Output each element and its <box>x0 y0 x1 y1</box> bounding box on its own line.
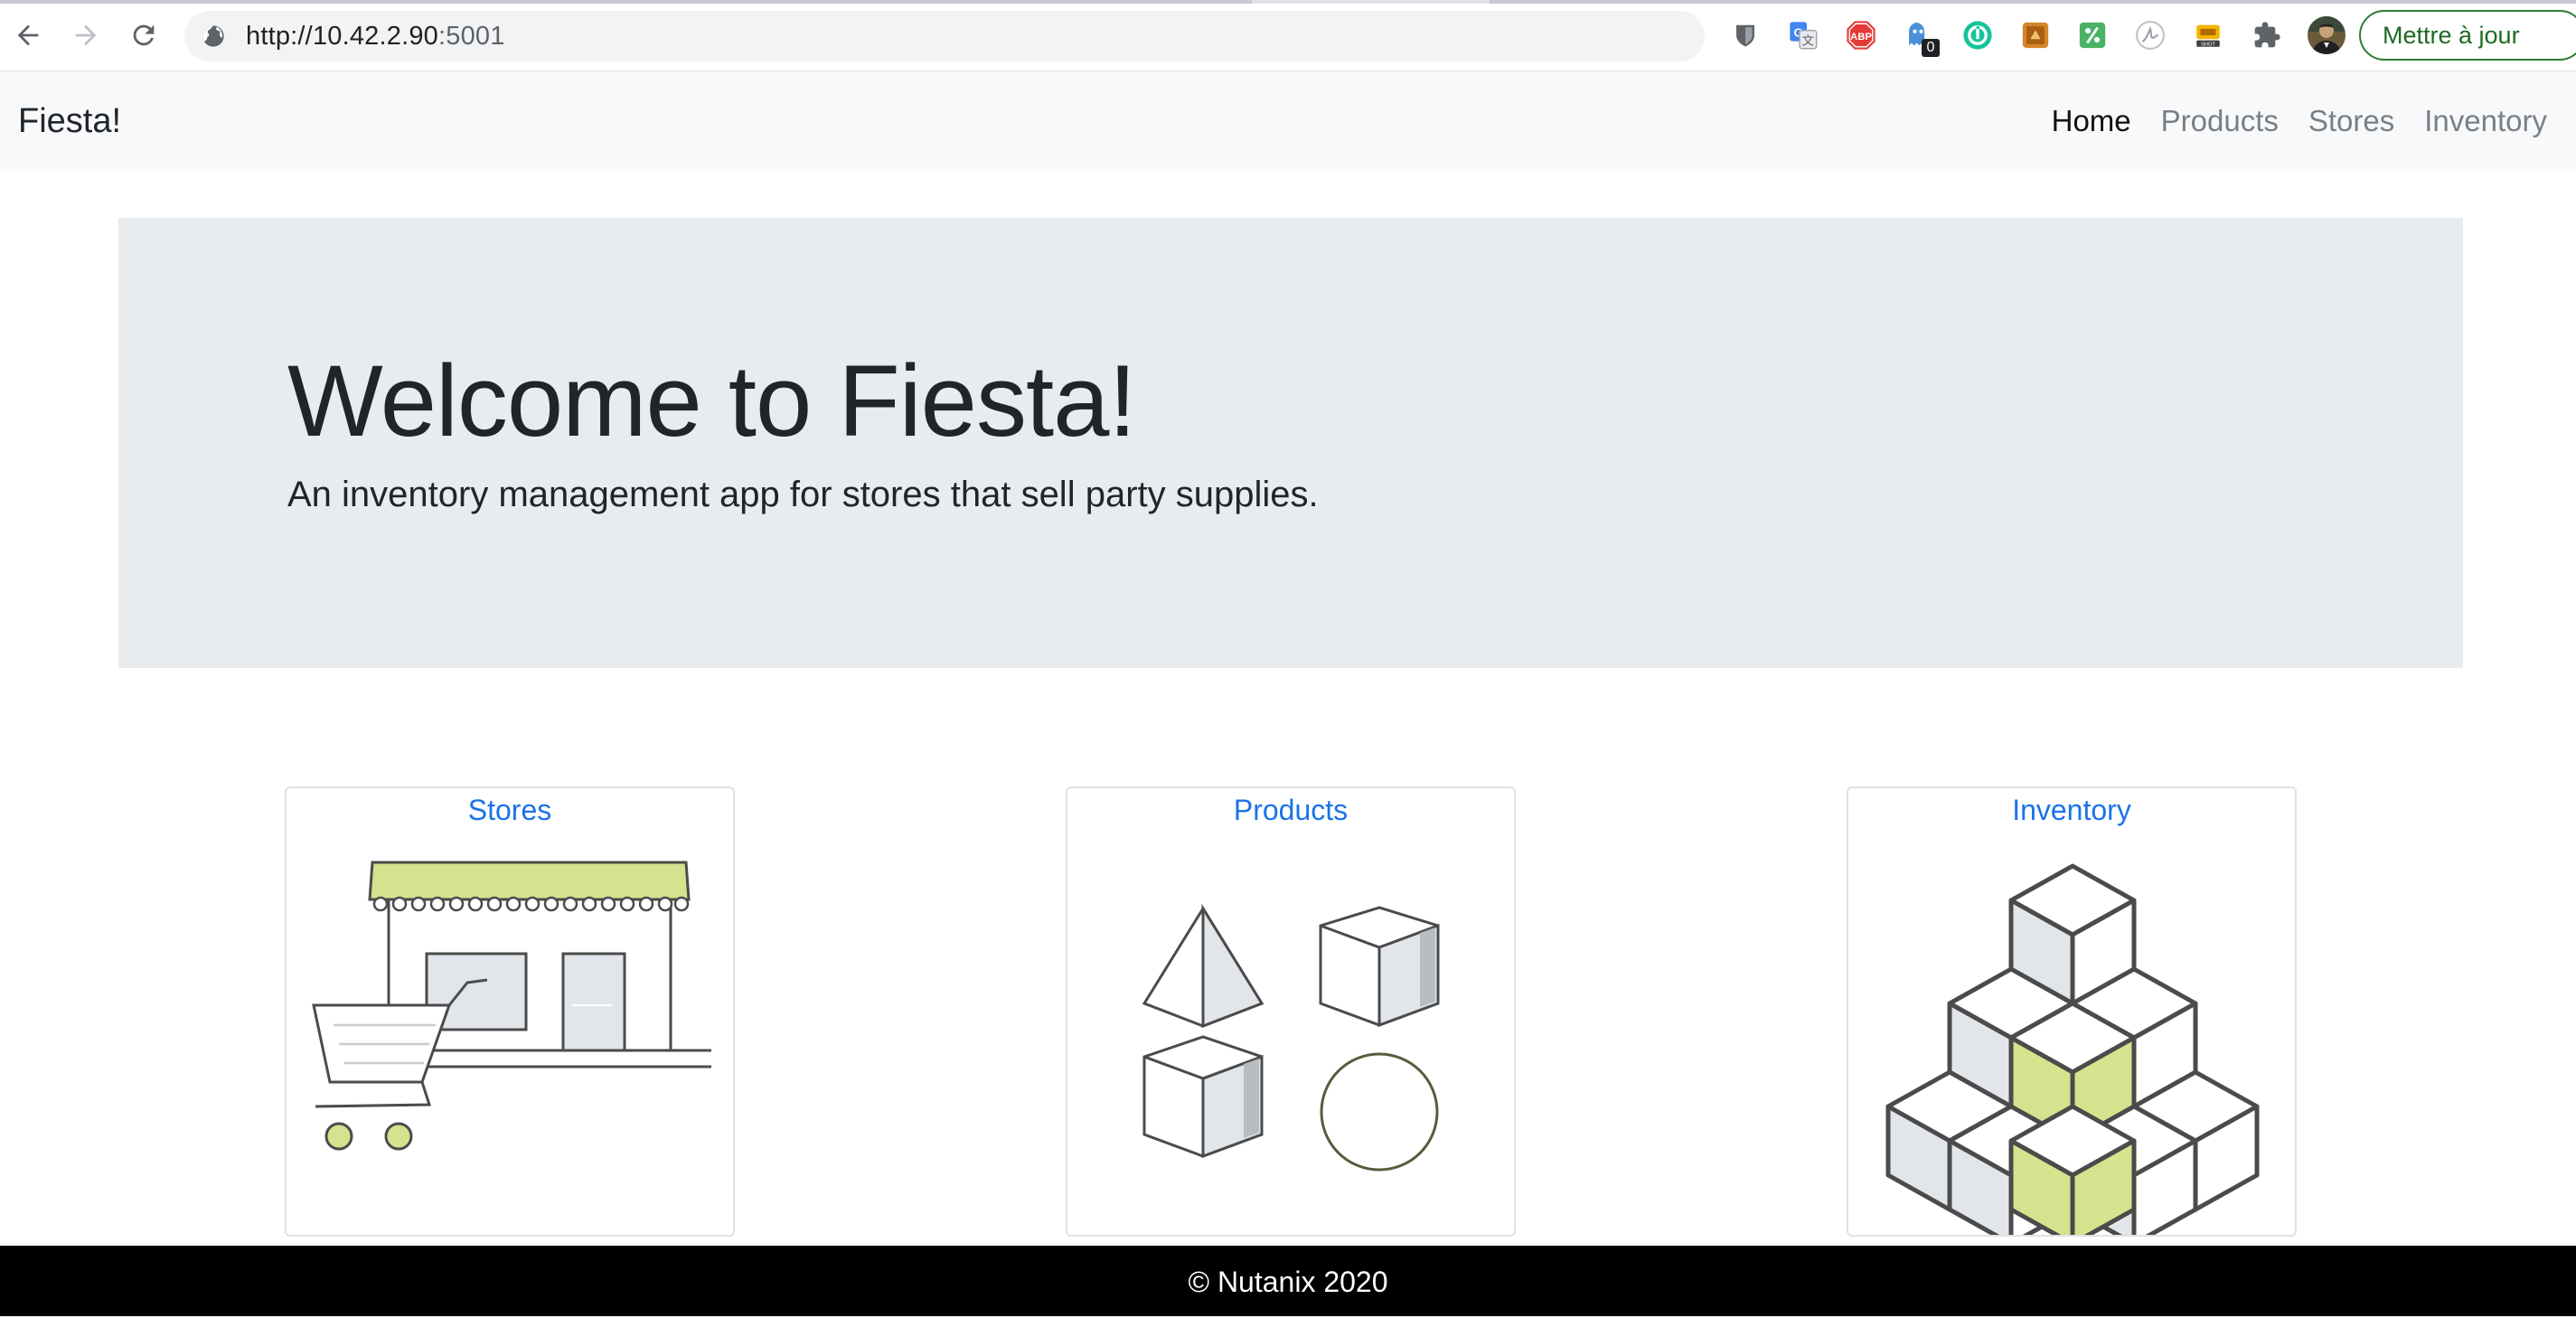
adblock-icon[interactable]: ABP <box>1845 19 1877 52</box>
reload-icon[interactable] <box>123 14 165 56</box>
welcome-jumbotron: Welcome to Fiesta! An inventory manageme… <box>118 218 2463 668</box>
coupon-icon[interactable] <box>2076 19 2109 52</box>
welcome-subtitle: An inventory management app for stores t… <box>287 475 1319 514</box>
inventory-card[interactable]: Inventory <box>1847 786 2297 1237</box>
url-text: http://10.42.2.90:5001 <box>246 22 505 51</box>
tab-strip <box>0 0 2576 4</box>
svg-text:ABP: ABP <box>1850 32 1872 42</box>
browser-toolbar: http://10.42.2.90:5001 G文 ABP 0 SHOT Met… <box>0 0 2576 71</box>
extension-badge: 0 <box>1922 39 1940 57</box>
stacked-cubes-icon <box>1885 863 2260 1235</box>
forward-icon[interactable] <box>65 14 107 56</box>
welcome-title: Welcome to Fiesta! <box>287 344 1136 457</box>
ghostery-icon[interactable]: 0 <box>1902 19 1940 57</box>
back-icon[interactable] <box>7 14 49 56</box>
nav-link-inventory[interactable]: Inventory <box>2424 104 2547 138</box>
svg-text:文: 文 <box>1802 34 1814 48</box>
stores-card[interactable]: Stores <box>285 786 735 1237</box>
password-manager-icon[interactable] <box>1729 19 1762 52</box>
nav-link-stores[interactable]: Stores <box>2308 104 2394 138</box>
puzzle-icon[interactable] <box>2251 19 2283 52</box>
nav-link-home[interactable]: Home <box>2052 104 2131 138</box>
bookmark-icon[interactable] <box>2019 19 2052 52</box>
site-info-icon[interactable] <box>201 24 226 49</box>
storefront-icon <box>312 861 711 1151</box>
nav-links: Home Products Stores Inventory <box>2022 71 2547 171</box>
profile-avatar[interactable] <box>2307 15 2346 55</box>
signature-icon[interactable] <box>2134 19 2167 52</box>
brand-logo[interactable]: Fiesta! <box>18 71 121 171</box>
stores-card-link[interactable]: Stores <box>287 794 733 827</box>
nav-link-products[interactable]: Products <box>2161 104 2279 138</box>
svg-text:SHOT: SHOT <box>2201 42 2215 48</box>
products-card[interactable]: Products <box>1066 786 1516 1237</box>
google-translate-icon[interactable]: G文 <box>1787 19 1819 52</box>
inventory-card-link[interactable]: Inventory <box>1848 794 2295 827</box>
grammar-icon[interactable] <box>1961 19 1994 52</box>
shapes-icon <box>1142 903 1440 1172</box>
products-card-link[interactable]: Products <box>1067 794 1514 827</box>
update-browser-button[interactable]: Mettre à jour <box>2359 10 2576 61</box>
address-bar[interactable]: http://10.42.2.90:5001 <box>184 11 1705 61</box>
copyright-text: © Nutanix 2020 <box>1188 1266 1388 1298</box>
app-navbar: Fiesta! Home Products Stores Inventory <box>0 71 2576 171</box>
capture-icon[interactable]: SHOT <box>2192 19 2224 52</box>
page-footer: © Nutanix 2020 <box>0 1246 2576 1316</box>
